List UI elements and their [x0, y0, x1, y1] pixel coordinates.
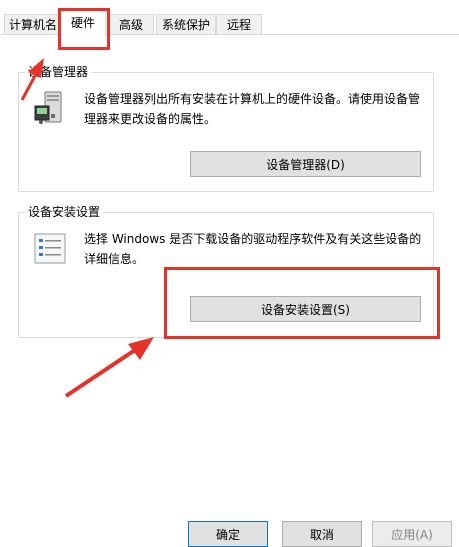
annotation-arrow-icon — [64, 337, 154, 398]
